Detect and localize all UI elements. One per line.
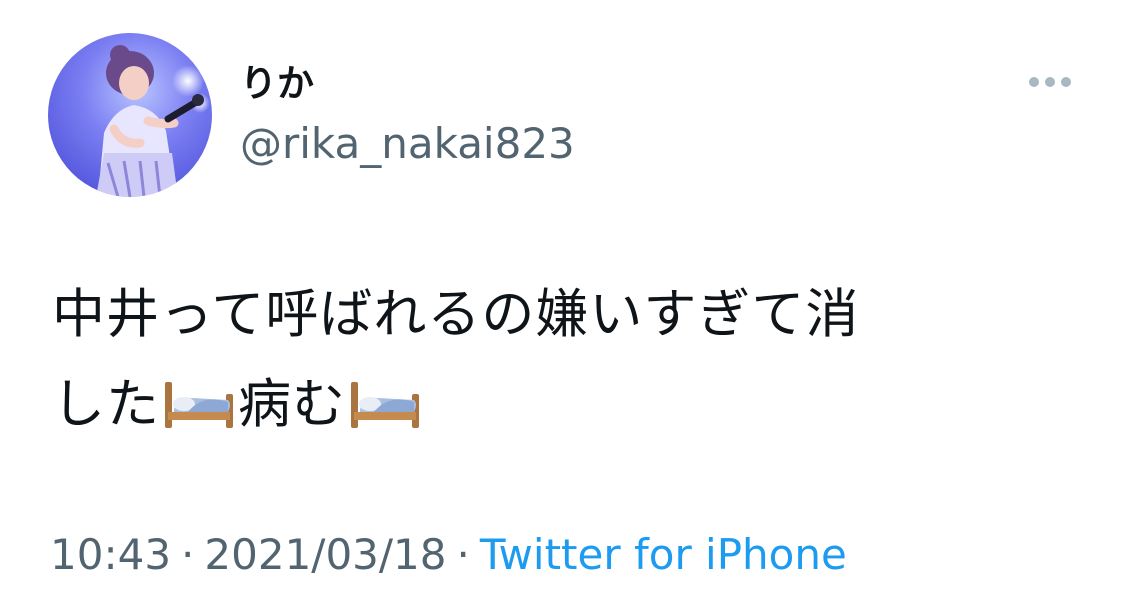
bed-icon bbox=[348, 368, 422, 428]
tweet-text-line: 中井って呼ばれるの嫌いすぎて消 bbox=[52, 284, 860, 345]
author-display-name[interactable]: りか bbox=[240, 60, 314, 108]
bed-icon bbox=[162, 368, 236, 428]
meta-separator: · bbox=[181, 530, 195, 579]
author-handle[interactable]: @rika_nakai823 bbox=[240, 118, 575, 170]
tweet-text: 中井って呼ばれるの嫌いすぎて消 した 病む bbox=[52, 270, 1062, 450]
meta-separator: · bbox=[456, 530, 470, 579]
tweet-text-segment: 病む bbox=[238, 374, 346, 435]
tweet-source-link[interactable]: Twitter for iPhone bbox=[480, 530, 847, 579]
tweet-meta: 10:43 · 2021/03/18 · Twitter for iPhone bbox=[50, 527, 847, 583]
tweet-text-line: した 病む bbox=[52, 360, 1062, 450]
tweet-date[interactable]: 2021/03/18 bbox=[204, 530, 446, 579]
tweet-card: りか @rika_nakai823 中井って呼ばれるの嫌いすぎて消 した 病む bbox=[0, 0, 1125, 603]
tweet-text-segment: した bbox=[52, 374, 160, 435]
more-options-icon[interactable] bbox=[1026, 70, 1074, 94]
tweet-time[interactable]: 10:43 bbox=[50, 530, 171, 579]
author-avatar[interactable] bbox=[48, 33, 212, 197]
